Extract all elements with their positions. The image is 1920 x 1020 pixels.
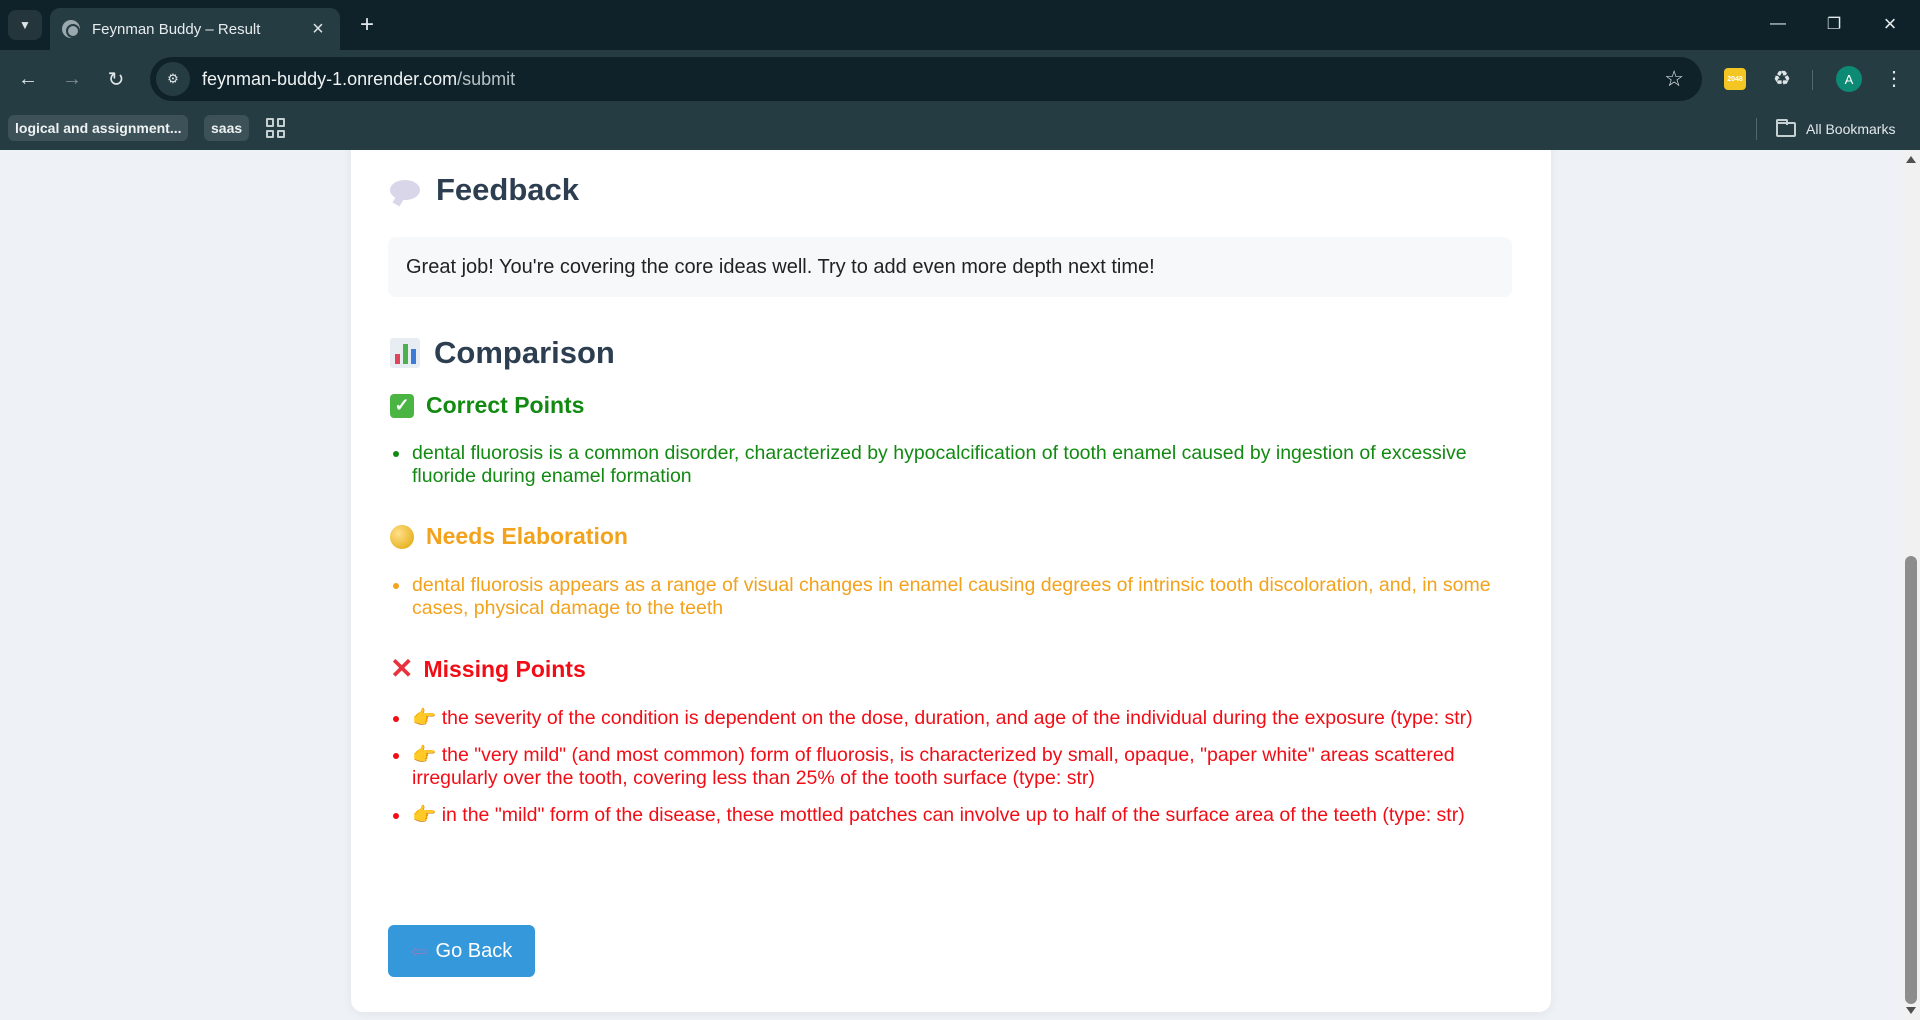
chevron-down-icon: ▼ (19, 18, 31, 32)
scroll-down-arrow-icon[interactable] (1906, 1007, 1916, 1014)
pointing-hand-icon: 👉 (412, 804, 437, 826)
bar-chart-icon (390, 338, 420, 368)
list-item: 👉 the severity of the condition is depen… (393, 707, 1522, 730)
active-tab[interactable]: Feynman Buddy – Result × (50, 8, 340, 50)
browser-toolbar: ← → ↻ ⚙ feynman-buddy-1.onrender.com/sub… (0, 50, 1920, 108)
more-menu-icon[interactable]: ⋮ (1880, 64, 1908, 92)
all-bookmarks-label: All Bookmarks (1806, 121, 1896, 137)
bookmark-logical-assignment[interactable]: logical and assignment... (8, 115, 189, 141)
reload-icon[interactable]: ↻ (100, 63, 132, 95)
go-back-label: Go Back (435, 939, 513, 962)
page-viewport: Feedback Great job! You're covering the … (0, 150, 1920, 1020)
feedback-text: Great job! You're covering the core idea… (406, 255, 1155, 278)
speech-bubble-icon (390, 180, 420, 200)
bookmark-saas[interactable]: saas (204, 115, 250, 141)
feedback-box: Great job! You're covering the core idea… (388, 237, 1512, 297)
url-host: feynman-buddy-1.onrender.com (202, 68, 458, 89)
correct-points-title: Correct Points (426, 392, 585, 418)
tab-title: Feynman Buddy – Result (92, 20, 261, 38)
scroll-up-arrow-icon[interactable] (1906, 156, 1916, 163)
url-text[interactable]: feynman-buddy-1.onrender.com/submit (202, 69, 1664, 90)
extensions-puzzle-icon[interactable]: ♻ (1768, 64, 1796, 92)
check-mark-icon: ✓ (390, 393, 414, 418)
go-back-button[interactable]: ⇦ Go Back (388, 925, 535, 977)
comparison-heading: Comparison (390, 335, 615, 371)
bookmark-star-icon[interactable]: ☆ (1664, 66, 1684, 92)
back-icon[interactable]: ← (12, 63, 44, 95)
list-item: dental fluorosis appears as a range of v… (393, 574, 1522, 620)
close-window-icon[interactable]: × (1870, 8, 1910, 40)
pointing-hand-icon: 👉 (412, 744, 437, 766)
toolbar-divider (1812, 70, 1813, 90)
scroll-thumb[interactable] (1905, 556, 1917, 1004)
correct-points-heading: ✓ Correct Points (390, 392, 584, 419)
url-path: /submit (457, 68, 516, 89)
feedback-heading: Feedback (390, 172, 579, 208)
folder-icon (1776, 118, 1796, 137)
result-card: Feedback Great job! You're covering the … (351, 150, 1551, 1012)
yellow-circle-icon (390, 524, 414, 549)
list-item: 👉 in the "mild" form of the disease, the… (393, 804, 1522, 827)
tab-search-button[interactable]: ▼ (8, 10, 42, 40)
apps-grid-icon[interactable] (266, 118, 286, 138)
profile-avatar[interactable]: A (1836, 66, 1862, 92)
all-bookmarks-button[interactable]: All Bookmarks (1776, 116, 1895, 142)
missing-points-heading: ✕ Missing Points (390, 655, 586, 683)
needs-elaboration-list: dental fluorosis appears as a range of v… (393, 574, 1522, 634)
tab-strip: ▼ Feynman Buddy – Result × + — ❐ × (0, 0, 1920, 50)
pointing-hand-icon: 👉 (412, 707, 437, 729)
site-info-icon[interactable]: ⚙ (156, 62, 190, 96)
missing-points-title: Missing Points (423, 655, 586, 682)
minimize-icon[interactable]: — (1758, 8, 1798, 40)
close-tab-icon[interactable]: × (308, 18, 328, 41)
list-item: 👉 the "very mild" (and most common) form… (393, 744, 1522, 790)
restore-icon[interactable]: ❐ (1814, 8, 1854, 40)
bookmarks-divider (1756, 118, 1757, 140)
feedback-title: Feedback (436, 172, 580, 207)
missing-points-list: 👉 the severity of the condition is depen… (393, 707, 1522, 841)
globe-icon (62, 20, 80, 38)
comparison-title: Comparison (434, 335, 615, 370)
correct-points-list: dental fluorosis is a common disorder, c… (393, 442, 1522, 502)
back-arrow-icon: ⇦ (410, 940, 428, 963)
bookmarks-bar: logical and assignment... saas All Bookm… (0, 108, 1920, 150)
page-scrollbar[interactable] (1902, 150, 1920, 1020)
needs-elaboration-heading: Needs Elaboration (390, 523, 628, 550)
address-bar[interactable]: ⚙ feynman-buddy-1.onrender.com/submit ☆ (150, 57, 1702, 101)
list-item: dental fluorosis is a common disorder, c… (393, 442, 1522, 488)
needs-elaboration-title: Needs Elaboration (426, 523, 628, 549)
extension-2048-icon[interactable]: 2048 (1724, 68, 1746, 90)
forward-icon[interactable]: → (56, 63, 88, 95)
new-tab-button[interactable]: + (352, 10, 382, 40)
cross-mark-icon: ✕ (390, 653, 414, 684)
